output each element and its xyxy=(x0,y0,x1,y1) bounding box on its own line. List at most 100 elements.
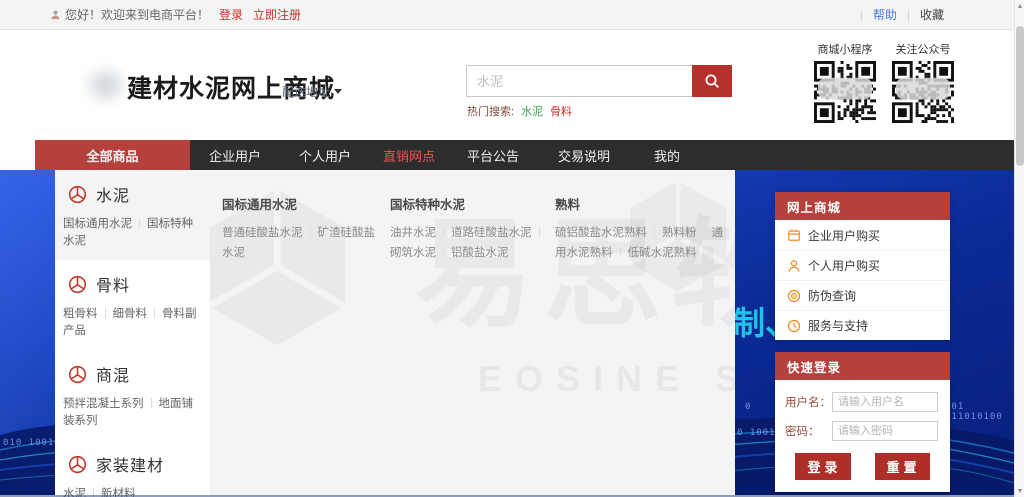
megamenu-column: 国标特种水泥油井水泥 道路硅酸盐水泥砌筑水泥 铝酸盐水泥 xyxy=(390,170,550,263)
divider xyxy=(654,227,655,237)
page: 您好！欢迎来到电商平台！ 登录 立即注册 | 帮助 | 收藏 建材水泥网上商城 … xyxy=(0,0,1024,497)
mall-panel-item[interactable]: 个人用户购买 xyxy=(775,250,950,280)
category-title[interactable]: 水泥 xyxy=(55,182,210,206)
category-sublinks: 粗骨料细骨料骨料副产品 xyxy=(55,296,210,340)
megamenu-column-header[interactable]: 国标通用水泥 xyxy=(222,170,382,213)
megamenu-column-header[interactable]: 熟料 xyxy=(555,170,725,213)
content: 制、 101 011010100 0 0 1001 010 10010 水泥国标… xyxy=(0,170,1014,495)
login-link[interactable]: 登录 xyxy=(219,6,243,23)
divider xyxy=(443,227,444,237)
favorite-link[interactable]: 收藏 xyxy=(920,6,944,23)
subcategory-link[interactable]: 预拌混凝土系列 xyxy=(63,398,144,410)
register-link[interactable]: 立即注册 xyxy=(253,6,301,23)
megamenu-item[interactable]: 普通硅酸盐水泥 xyxy=(222,227,303,239)
megamenu-items: 硫铝酸盐水泥熟料熟料粉通用水泥熟料低碱水泥熟料 xyxy=(555,223,725,263)
scroll-down-arrow[interactable]: ▼ xyxy=(1015,485,1024,497)
divider xyxy=(704,227,705,237)
help-link[interactable]: 帮助 xyxy=(873,6,897,23)
subcategory-link[interactable]: 细骨料 xyxy=(113,308,148,320)
divider xyxy=(105,308,106,318)
mall-panel-item[interactable]: 企业用户购买 xyxy=(775,220,950,250)
category-title[interactable]: 商混 xyxy=(55,362,210,386)
mall-item-label: 服务与支持 xyxy=(808,317,868,334)
page-scrollbar[interactable]: ▲ ▼ xyxy=(1014,0,1024,497)
site-logo xyxy=(82,63,130,107)
quick-login-panel: 快速登录 用户名： 密码： 登录 重置 xyxy=(775,352,950,492)
category-label: 骨料 xyxy=(96,272,130,296)
search-input[interactable] xyxy=(466,65,692,97)
megamenu-column: 国标通用水泥普通硅酸盐水泥矿渣硅酸盐水泥 xyxy=(222,170,382,263)
hot-keyword[interactable]: 水泥 xyxy=(521,106,543,118)
category-section: 骨料粗骨料细骨料骨料副产品 xyxy=(55,260,210,350)
mall-panel-title: 网上商城 xyxy=(775,192,950,220)
megamenu-item[interactable]: 硫铝酸盐水泥熟料 xyxy=(555,227,647,239)
binary-decoration: 0 1001 xyxy=(737,428,776,438)
nav-item[interactable]: 我的 xyxy=(630,140,704,170)
category-sublinks: 预拌混凝土系列地面铺装系列 xyxy=(55,386,210,430)
mall-panel-item[interactable]: 服务与支持 xyxy=(775,310,950,340)
topbar-right: | 帮助 | 收藏 xyxy=(860,6,944,23)
mall-panel-item[interactable]: 防伪查询 xyxy=(775,280,950,310)
megamenu-item[interactable]: 油井水泥 xyxy=(390,227,436,239)
scroll-up-arrow[interactable]: ▲ xyxy=(1015,0,1024,12)
divider xyxy=(620,247,621,257)
welcome-text: 您好！欢迎来到电商平台！ xyxy=(65,6,209,23)
mall-item-label: 防伪查询 xyxy=(808,287,856,304)
divider: | xyxy=(860,8,863,22)
login-button[interactable]: 登录 xyxy=(795,453,850,480)
qr-label: 关注公众号 xyxy=(890,41,956,57)
divider xyxy=(139,218,140,228)
mall-item-label: 企业用户购买 xyxy=(808,227,880,244)
divider xyxy=(310,227,311,237)
qr-miniprogram: 商城小程序 xyxy=(812,41,878,128)
nav-item[interactable]: 直销网点 xyxy=(370,140,448,170)
binary-decoration: 010 10010 xyxy=(3,438,61,448)
megamenu-item[interactable]: 砌筑水泥 xyxy=(390,247,436,259)
megamenu-items: 普通硅酸盐水泥矿渣硅酸盐水泥 xyxy=(222,223,382,263)
username-field[interactable] xyxy=(832,392,938,412)
category-label: 水泥 xyxy=(96,182,130,206)
delivery-address-selector[interactable]: 配送地址 xyxy=(282,83,342,100)
nav-item[interactable]: 平台公告 xyxy=(448,140,538,170)
divider xyxy=(154,308,155,318)
category-title[interactable]: 家装建材 xyxy=(55,452,210,476)
category-title[interactable]: 骨料 xyxy=(55,272,210,296)
scrollbar-thumb[interactable] xyxy=(1016,26,1024,166)
megamenu-item[interactable]: 道路硅酸盐水泥 xyxy=(451,227,532,239)
megamenu-item[interactable]: 熟料粉 xyxy=(662,227,697,239)
qr-code-image xyxy=(892,110,954,127)
password-field[interactable] xyxy=(832,421,938,441)
password-label: 密码： xyxy=(785,423,832,439)
quick-login-title: 快速登录 xyxy=(775,352,950,380)
hot-search: 热门搜索:水泥骨料 xyxy=(467,103,572,119)
qr-code-image xyxy=(814,110,876,127)
watermark-english: EOSINE SOFTW xyxy=(478,358,735,400)
user-icon xyxy=(787,259,801,273)
megamenu-items: 油井水泥 道路硅酸盐水泥砌筑水泥 铝酸盐水泥 xyxy=(390,223,550,263)
cube-icon xyxy=(68,185,87,204)
header: 建材水泥网上商城 配送地址 热门搜索:水泥骨料 商城小程序 关注公众号 xyxy=(0,31,1014,140)
megamenu-item[interactable]: 低碱水泥熟料 xyxy=(628,247,697,259)
cube-icon xyxy=(68,455,87,474)
qr-official-account: 关注公众号 xyxy=(890,41,956,128)
megamenu-column-header[interactable]: 国标特种水泥 xyxy=(390,170,550,213)
nav-item[interactable]: 个人用户 xyxy=(280,140,370,170)
hot-keyword[interactable]: 骨料 xyxy=(550,106,572,118)
divider xyxy=(443,247,444,257)
cube-icon xyxy=(68,275,87,294)
nav-item[interactable]: 企业用户 xyxy=(190,140,280,170)
nav-item[interactable]: 全部商品 xyxy=(35,140,190,170)
category-section: 商混预拌混凝土系列地面铺装系列 xyxy=(55,350,210,440)
subcategory-link[interactable]: 粗骨料 xyxy=(63,308,98,320)
delivery-label: 配送地址 xyxy=(282,83,330,100)
category-label: 家装建材 xyxy=(96,452,164,476)
search-box xyxy=(466,65,732,97)
nav-item[interactable]: 交易说明 xyxy=(538,140,630,170)
reset-button[interactable]: 重置 xyxy=(875,453,930,480)
search-button[interactable] xyxy=(692,65,732,97)
subcategory-link[interactable]: 国标通用水泥 xyxy=(63,218,132,230)
divider xyxy=(151,398,152,408)
qr-group: 商城小程序 关注公众号 xyxy=(812,41,956,128)
mall-item-label: 个人用户购买 xyxy=(808,257,880,274)
megamenu-item[interactable]: 铝酸盐水泥 xyxy=(451,247,509,259)
